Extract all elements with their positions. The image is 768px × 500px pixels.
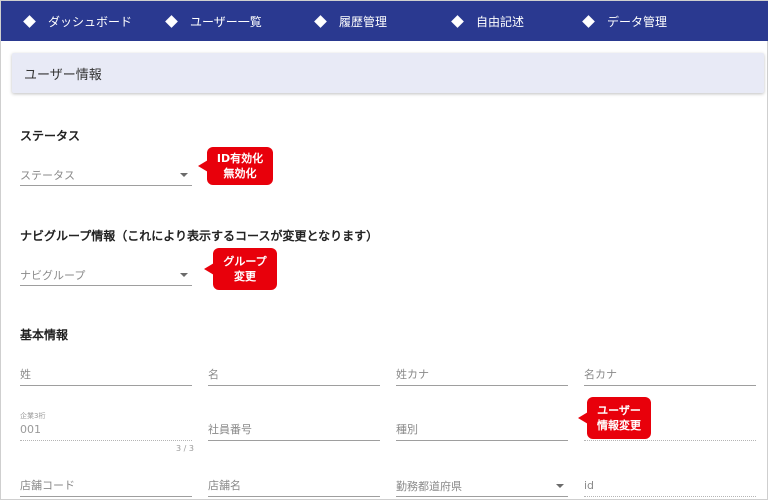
user-info-callout: ユーザー 情報変更 [587,397,651,439]
last-name-field[interactable] [20,364,192,386]
user-type-field[interactable] [396,419,568,441]
prefecture-select[interactable]: 勤務都道府県 [396,475,568,497]
callout-line: 変更 [234,270,256,283]
last-name-kana-field[interactable] [396,364,568,386]
callout-line: ユーザー [597,404,641,417]
top-navbar: ダッシュボード ユーザー一覧 履歴管理 自由記述 データ管理 [1,1,768,41]
diamond-icon [165,14,178,28]
dropdown-arrow-icon [556,483,564,488]
nav-item-label: ダッシュボード [48,14,133,29]
diamond-icon [451,14,464,28]
company-code-field[interactable] [20,419,192,441]
nav-item-dashboard[interactable]: ダッシュボード [23,1,133,41]
nav-item-free-text[interactable]: 自由記述 [451,1,525,41]
page-title: ユーザー情報 [12,53,764,93]
dropdown-arrow-icon [180,272,188,277]
status-select[interactable]: ステータス [20,164,192,186]
nav-item-label: データ管理 [607,14,668,29]
diamond-icon [314,14,327,28]
navi-group-callout: グループ 変更 [213,248,277,290]
dropdown-arrow-icon [180,172,188,177]
callout-line: 無効化 [223,167,257,180]
status-callout: ID有効化 無効化 [207,147,273,185]
diamond-icon [582,14,595,28]
first-name-kana-field[interactable] [584,364,756,386]
navi-group-section-title: ナビグループ情報（これにより表示するコースが変更となります） [20,229,379,243]
store-code-field[interactable] [20,475,192,497]
callout-line: 情報変更 [597,419,641,432]
nav-item-label: ユーザー一覧 [190,14,262,29]
diamond-icon [23,14,36,28]
nav-item-label: 履歴管理 [339,14,388,29]
nav-item-label: 自由記述 [476,14,525,29]
navi-group-select-placeholder: ナビグループ [20,268,86,282]
nav-item-history[interactable]: 履歴管理 [314,1,388,41]
navi-group-select[interactable]: ナビグループ [20,264,192,286]
callout-line: ID有効化 [216,152,264,165]
id-field[interactable] [584,475,756,497]
prefecture-select-placeholder: 勤務都道府県 [396,479,462,493]
status-select-placeholder: ステータス [20,168,75,182]
nav-item-user-list[interactable]: ユーザー一覧 [165,1,262,41]
store-name-field[interactable] [208,475,380,497]
first-name-field[interactable] [208,364,380,386]
nav-item-data-management[interactable]: データ管理 [582,1,668,41]
callout-line: グループ [223,255,267,268]
employee-number-field[interactable] [208,419,380,441]
status-section-title: ステータス [20,129,81,143]
basic-info-section-title: 基本情報 [20,328,69,342]
company-code-counter: 3 / 3 [176,444,194,453]
